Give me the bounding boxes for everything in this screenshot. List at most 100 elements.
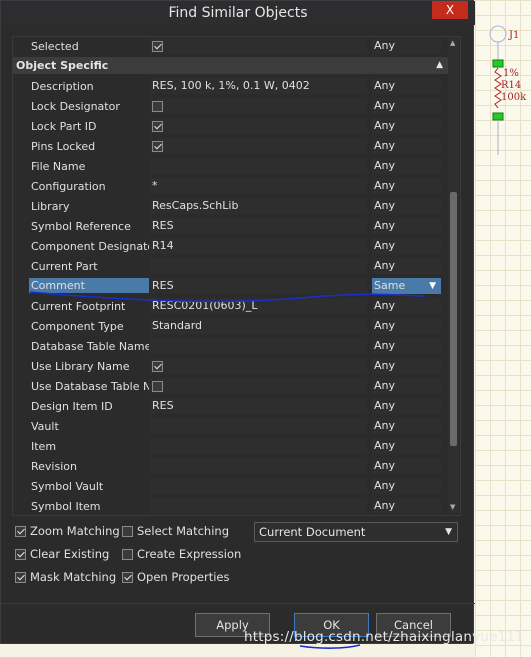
match-select[interactable]: Any	[372, 438, 441, 454]
property-row[interactable]: Vault Any	[13, 417, 449, 437]
schematic-tolerance: 1%	[503, 68, 519, 79]
match-select[interactable]: Any	[372, 258, 441, 274]
row-value[interactable]	[150, 258, 367, 274]
checkbox-icon[interactable]	[152, 360, 163, 372]
row-value[interactable]	[150, 118, 367, 134]
match-select[interactable]: Any	[372, 138, 441, 154]
match-select[interactable]: Any	[372, 458, 441, 474]
row-value[interactable]: RES, 100 k, 1%, 0.1 W, 0402	[150, 78, 367, 94]
property-row[interactable]: Lock Designator Any	[13, 97, 449, 117]
checkbox-icon[interactable]	[122, 572, 133, 583]
match-select[interactable]: Any	[372, 498, 441, 514]
row-value[interactable]: RESC0201(0603)_L	[150, 298, 367, 314]
select-matching-option[interactable]: Select Matching	[122, 524, 229, 538]
checkbox-icon[interactable]	[152, 100, 163, 112]
scope-select[interactable]: Current Document ▼	[254, 522, 458, 542]
row-value[interactable]: RES	[150, 398, 367, 414]
match-select[interactable]: Same	[372, 278, 441, 294]
checkbox-icon[interactable]	[15, 526, 26, 537]
match-select[interactable]: Any	[372, 158, 441, 174]
row-value[interactable]	[150, 498, 367, 514]
section-object-specific[interactable]: Object Specific ▲	[13, 57, 449, 74]
row-value[interactable]	[150, 458, 367, 474]
property-row[interactable]: Component Type Standard Any	[13, 317, 449, 337]
match-select[interactable]: Any	[372, 398, 441, 414]
match-select[interactable]: Any	[372, 338, 441, 354]
vertical-scrollbar[interactable]: ▲ ▼	[448, 37, 459, 513]
property-row[interactable]: Description RES, 100 k, 1%, 0.1 W, 0402 An…	[13, 77, 449, 97]
match-select[interactable]: Any	[372, 378, 441, 394]
checkbox-icon[interactable]	[15, 572, 26, 583]
property-row[interactable]: Design Item ID RES Any	[13, 397, 449, 417]
property-row[interactable]: Use Library Name Any	[13, 357, 449, 377]
match-select[interactable]: Any	[372, 118, 441, 134]
checkbox-icon[interactable]	[122, 549, 133, 560]
checkbox-icon[interactable]	[152, 120, 163, 132]
match-select[interactable]: Any	[372, 178, 441, 194]
row-value[interactable]	[150, 438, 367, 454]
create-expression-option[interactable]: Create Expression	[122, 547, 241, 561]
row-value[interactable]	[150, 358, 367, 374]
row-selected[interactable]: Selected Any	[13, 37, 449, 57]
match-select[interactable]: Any	[372, 358, 441, 374]
row-value[interactable]: Standard	[150, 318, 367, 334]
row-value[interactable]	[150, 478, 367, 494]
match-select[interactable]: Any	[372, 298, 441, 314]
property-row[interactable]: Symbol Reference RES Any	[13, 217, 449, 237]
row-value[interactable]: RES	[150, 278, 367, 294]
property-row[interactable]: Pins Locked Any	[13, 137, 449, 157]
match-select[interactable]: Any	[372, 418, 441, 434]
property-row[interactable]: Use Database Table Na Any	[13, 377, 449, 397]
row-value[interactable]: R14	[150, 238, 367, 254]
row-label: Database Table Name	[31, 340, 149, 353]
row-value[interactable]: *	[150, 178, 367, 194]
property-row[interactable]: Configuration * Any	[13, 177, 449, 197]
row-value[interactable]	[150, 378, 367, 394]
row-value[interactable]	[150, 418, 367, 434]
match-select[interactable]: Any	[372, 78, 441, 94]
row-value[interactable]: RES	[150, 218, 367, 234]
scroll-down-icon[interactable]: ▼	[450, 503, 455, 511]
property-row[interactable]: Comment RES Same	[13, 277, 449, 297]
checkbox-icon[interactable]	[152, 380, 163, 392]
match-select[interactable]: Any	[372, 238, 441, 254]
property-row[interactable]: File Name Any	[13, 157, 449, 177]
property-row[interactable]: Lock Part ID Any	[13, 117, 449, 137]
property-row[interactable]: Revision Any	[13, 457, 449, 477]
section-title: Object Specific	[16, 59, 109, 72]
property-row[interactable]: Database Table Name Any	[13, 337, 449, 357]
row-value[interactable]	[150, 38, 367, 54]
match-select[interactable]: Any	[372, 198, 441, 214]
match-select[interactable]: Any	[372, 478, 441, 494]
clear-existing-option[interactable]: Clear Existing	[15, 547, 109, 561]
row-value[interactable]: ResCaps.SchLib	[150, 198, 367, 214]
property-row[interactable]: Library ResCaps.SchLib Any	[13, 197, 449, 217]
match-select[interactable]: Any	[372, 218, 441, 234]
checkbox-icon[interactable]	[152, 40, 163, 52]
match-select[interactable]: Any	[372, 98, 441, 114]
open-properties-option[interactable]: Open Properties	[122, 570, 230, 584]
checkbox-icon[interactable]	[122, 526, 133, 537]
close-button[interactable]: X	[432, 1, 468, 19]
property-row[interactable]: Symbol Item Any	[13, 497, 449, 515]
row-value[interactable]	[150, 98, 367, 114]
property-row[interactable]: Symbol Vault Any	[13, 477, 449, 497]
scroll-up-icon[interactable]: ▲	[450, 39, 455, 47]
checkbox-icon[interactable]	[15, 549, 26, 560]
property-row[interactable]: Current Footprint RESC0201(0603)_L Any	[13, 297, 449, 317]
match-select[interactable]: Any	[372, 38, 441, 54]
row-value[interactable]	[150, 338, 367, 354]
collapse-icon[interactable]: ▲	[436, 57, 443, 74]
zoom-matching-option[interactable]: Zoom Matching	[15, 524, 120, 538]
scroll-thumb[interactable]	[450, 192, 457, 446]
property-row[interactable]: Current Part Any	[13, 257, 449, 277]
checkbox-icon[interactable]	[152, 140, 163, 152]
property-row[interactable]: Component Designato R14 Any	[13, 237, 449, 257]
row-value[interactable]	[150, 158, 367, 174]
properties-grid[interactable]: Selected Any Object Specific ▲ Descripti…	[12, 36, 461, 516]
match-select[interactable]: Any	[372, 318, 441, 334]
mask-matching-option[interactable]: Mask Matching	[15, 570, 116, 584]
row-value[interactable]	[150, 138, 367, 154]
option-label: Select Matching	[137, 524, 230, 538]
property-row[interactable]: Item Any	[13, 437, 449, 457]
